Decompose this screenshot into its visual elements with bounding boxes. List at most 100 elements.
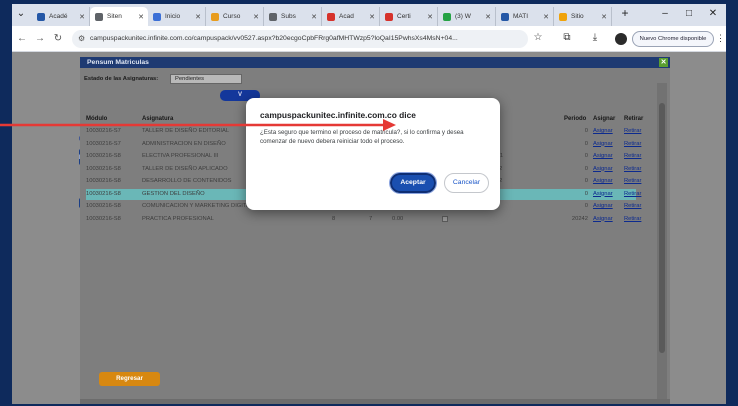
cell-modulo: 10030216-S7: [86, 128, 121, 134]
globe-icon: [269, 12, 277, 21]
cell-asignar[interactable]: Asignar: [593, 128, 613, 134]
browser-tab[interactable]: Sitio ✕: [554, 7, 612, 26]
tab-title: MATI: [513, 13, 529, 20]
browser-tab[interactable]: Acad ✕: [322, 7, 380, 26]
tab-close-icon[interactable]: ✕: [484, 13, 492, 21]
page-content: Un M E P Pensum Matriculas ✕ Estado de l…: [12, 52, 726, 404]
site-icon: [559, 12, 567, 21]
maximize-icon[interactable]: □: [682, 8, 696, 19]
browser-tab[interactable]: Acadé ✕: [32, 7, 90, 26]
browser-tab[interactable]: Siten ✕: [90, 7, 148, 26]
cell-asignar[interactable]: Asignar: [593, 153, 613, 159]
browser-tab[interactable]: Subs ✕: [264, 7, 322, 26]
cancelar-button[interactable]: Cancelar: [444, 173, 489, 193]
row-checkbox[interactable]: [442, 215, 448, 222]
cell-periodo: 0: [584, 203, 588, 209]
globe-icon: [95, 12, 103, 21]
cell-retirar[interactable]: Retirar: [624, 191, 641, 197]
reload-icon[interactable]: ↻: [52, 33, 64, 44]
address-bar[interactable]: ⚙ campuspackunitec.infinite.com.co/campu…: [72, 30, 528, 48]
tab-title: Subs: [281, 13, 296, 20]
cell-retirar[interactable]: Retirar: [624, 216, 641, 222]
update-chrome-button[interactable]: Nuevo Chrome disponible: [632, 31, 714, 47]
confirm-dialog: campuspackunitec.infinite.com.co dice ¿E…: [246, 98, 500, 210]
cell-periodo: 0: [584, 190, 588, 197]
cell-asignar[interactable]: Asignar: [593, 203, 613, 209]
menu-kebab-icon[interactable]: ⋮: [716, 33, 725, 44]
aceptar-button[interactable]: Aceptar: [389, 172, 437, 194]
cell-asignar[interactable]: Asignar: [593, 191, 613, 197]
extensions-icon[interactable]: ⧉: [561, 32, 573, 43]
minimize-icon[interactable]: –: [658, 8, 672, 19]
tab-close-icon[interactable]: ✕: [368, 13, 376, 21]
browser-window: ⌄ Acadé ✕ Siten ✕ Inicio ✕ Curso ✕ Subs ✕ Acad ✕ Cer…: [12, 4, 726, 404]
new-tab-button[interactable]: +: [618, 6, 632, 20]
cell-asignatura: ELECTIVA PROFESIONAL III: [142, 153, 219, 159]
vertical-scrollbar[interactable]: [657, 83, 667, 401]
tab-title: Curso: [223, 13, 241, 20]
tab-title: Acadé: [49, 13, 68, 20]
cell-asignar[interactable]: Asignar: [593, 178, 613, 184]
tab-title: Siten: [107, 13, 122, 20]
tab-close-icon[interactable]: ✕: [310, 13, 318, 21]
cell-asignatura: ADMINISTRACION EN DISEÑO: [142, 140, 226, 147]
cell-periodo: 0: [584, 140, 588, 147]
tab-title: Sitio: [571, 13, 584, 20]
estado-label: Estado de las Asignaturas:: [84, 76, 159, 82]
cell-retirar[interactable]: Retirar: [624, 141, 641, 147]
cell-asignar[interactable]: Asignar: [593, 216, 613, 222]
estado-select[interactable]: Pendientes: [170, 74, 242, 84]
pensum-title: Pensum Matriculas: [80, 57, 670, 68]
tab-title: Inicio: [165, 13, 181, 20]
cell-periodo: 0: [584, 128, 588, 134]
doc-icon: [211, 12, 219, 21]
cell-retirar[interactable]: Retirar: [624, 166, 641, 172]
cell-periodo: 0: [584, 153, 588, 159]
cell-retirar[interactable]: Retirar: [624, 128, 641, 134]
close-window-icon[interactable]: ✕: [706, 8, 720, 19]
cell-modulo: 10030216-S8: [86, 178, 121, 184]
bookmark-star-icon[interactable]: ☆: [532, 32, 544, 43]
cell-retirar[interactable]: Retirar: [624, 178, 641, 184]
browser-tab[interactable]: MATI ✕: [496, 7, 554, 26]
tab-title: Acad: [339, 13, 354, 20]
forward-arrow-icon[interactable]: →: [34, 33, 46, 44]
cell-retirar[interactable]: Retirar: [624, 203, 641, 209]
column-header: Asignatura: [142, 116, 174, 122]
cell-c1: 8: [332, 215, 336, 222]
browser-tab[interactable]: (3) W ✕: [438, 7, 496, 26]
cell-asignatura: COMUNICACION Y MARKETING DIGITAL: [142, 203, 254, 209]
tab-close-icon[interactable]: ✕: [137, 13, 145, 21]
tab-search-icon[interactable]: ⌄: [14, 8, 28, 19]
back-arrow-icon[interactable]: ←: [16, 33, 28, 44]
column-header: Asignar: [593, 116, 616, 122]
horizontal-scrollbar[interactable]: [80, 399, 670, 404]
browser-tab[interactable]: Certi ✕: [380, 7, 438, 26]
cell-modulo: 10030216-S8: [86, 165, 121, 172]
adobe-icon: [327, 12, 335, 21]
cell-modulo: 10030216-S8: [86, 190, 121, 197]
tab-close-icon[interactable]: ✕: [600, 13, 608, 21]
regresar-button[interactable]: Regresar: [99, 372, 160, 386]
table-row: 10030216-S8 PRACTICA PROFESIONAL 8 7 0.00 202…: [86, 214, 641, 225]
site-icon: [153, 12, 161, 21]
tab-close-icon[interactable]: ✕: [194, 13, 202, 21]
browser-tab[interactable]: Curso ✕: [206, 7, 264, 26]
download-icon[interactable]: ⤓: [589, 32, 601, 43]
cell-retirar[interactable]: Retirar: [624, 153, 641, 159]
tab-close-icon[interactable]: ✕: [426, 13, 434, 21]
cell-modulo: 10030216-S7: [86, 140, 121, 147]
scroll-thumb[interactable]: [659, 103, 665, 353]
browser-tab[interactable]: Inicio ✕: [148, 7, 206, 26]
site-info-icon[interactable]: ⚙: [78, 30, 85, 48]
cell-asignar[interactable]: Asignar: [593, 166, 613, 172]
column-header: Periodo: [564, 116, 587, 122]
profile-avatar[interactable]: [615, 33, 627, 45]
cell-asignatura: DESARROLLO DE CONTENIDOS: [142, 178, 232, 184]
cell-asignatura: GESTION DEL DISEÑO: [142, 190, 205, 197]
tab-close-icon[interactable]: ✕: [252, 13, 260, 21]
tab-close-icon[interactable]: ✕: [78, 13, 86, 21]
cell-asignar[interactable]: Asignar: [593, 141, 613, 147]
close-icon[interactable]: ✕: [659, 58, 668, 67]
tab-close-icon[interactable]: ✕: [542, 13, 550, 21]
